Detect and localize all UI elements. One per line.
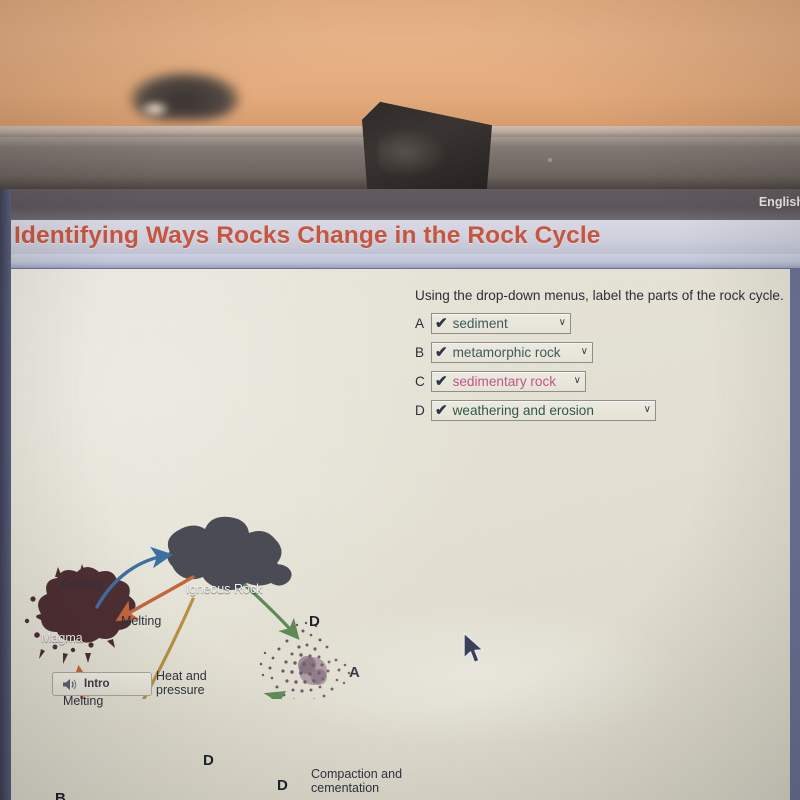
intro-button-label: Intro bbox=[84, 678, 110, 690]
answer-row-c: C ✔ sedimentary rock ∨ bbox=[415, 370, 800, 392]
speaker-icon bbox=[63, 678, 77, 690]
laptop-screen: R English Identifying Ways Rocks Change … bbox=[0, 189, 800, 800]
webcam-tape-marking bbox=[378, 128, 448, 178]
language-selector[interactable]: English bbox=[759, 195, 800, 209]
dropdown-c-value: sedimentary rock bbox=[452, 373, 557, 389]
melting-top-label: Melting bbox=[121, 614, 162, 628]
chevron-down-icon-b[interactable]: ∨ bbox=[575, 347, 588, 357]
photo-of-laptop-screen: R English Identifying Ways Rocks Change … bbox=[0, 0, 800, 800]
marker-a: A bbox=[349, 664, 360, 681]
check-icon-c: ✔ bbox=[435, 372, 448, 390]
chevron-down-icon-d[interactable]: ∨ bbox=[638, 405, 651, 415]
marker-d-top: D bbox=[309, 613, 320, 630]
background-highlight-blur bbox=[140, 100, 170, 118]
answer-letter-d: D bbox=[415, 402, 425, 418]
marker-d-mid: D bbox=[203, 752, 214, 769]
intro-audio-button[interactable]: Intro bbox=[52, 672, 152, 696]
dropdown-a[interactable]: ✔ sediment ∨ bbox=[431, 312, 571, 334]
sediment-dot-cluster bbox=[259, 621, 351, 699]
page-title: Identifying Ways Rocks Change in the Roc… bbox=[14, 222, 601, 249]
answer-row-d: D ✔ weathering and erosion ∨ bbox=[415, 399, 800, 421]
check-icon-a: ✔ bbox=[435, 314, 448, 332]
mouse-cursor bbox=[463, 632, 484, 664]
answer-row-b: B ✔ metamorphic rock ∨ bbox=[415, 341, 800, 363]
answer-letter-c: C bbox=[415, 373, 425, 389]
dropdown-b-value: metamorphic rock bbox=[452, 344, 561, 360]
answer-letter-b: B bbox=[415, 344, 425, 360]
marker-b: B bbox=[55, 790, 66, 800]
answer-letter-a: A bbox=[415, 315, 425, 331]
check-icon-d: ✔ bbox=[435, 401, 448, 419]
dropdown-d[interactable]: ✔ weathering and erosion ∨ bbox=[431, 399, 656, 421]
magma-label: Magma bbox=[41, 631, 83, 645]
dropdown-a-value: sediment bbox=[452, 315, 508, 331]
melting-left-label: Melting bbox=[63, 694, 104, 708]
chevron-down-icon-a[interactable]: ∨ bbox=[553, 318, 566, 328]
cooling-label: Cooling bbox=[61, 577, 104, 591]
dropdown-d-value: weathering and erosion bbox=[452, 402, 594, 418]
title-underband bbox=[0, 254, 800, 268]
content-card: Igneous Rock Magma Cooling Melting Melti… bbox=[10, 269, 790, 800]
rock-cycle-diagram: Igneous Rock Magma Cooling Melting Melti… bbox=[11, 269, 411, 800]
question-panel: Using the drop-down menus, label the par… bbox=[415, 287, 800, 421]
question-prompt: Using the drop-down menus, label the par… bbox=[415, 288, 784, 303]
screen-left-edge bbox=[0, 189, 11, 800]
app-topbar: R English bbox=[0, 189, 800, 220]
bezel-speck bbox=[548, 158, 552, 162]
dropdown-b[interactable]: ✔ metamorphic rock ∨ bbox=[431, 341, 593, 363]
heat-pressure-upper-label: Heat and pressure bbox=[156, 669, 207, 697]
answer-row-a: A ✔ sediment ∨ bbox=[415, 312, 800, 334]
igneous-rock-label: Igneous Rock bbox=[186, 582, 263, 596]
chevron-down-icon-c[interactable]: ∨ bbox=[568, 376, 581, 386]
check-icon-b: ✔ bbox=[435, 343, 448, 361]
marker-d-lower: D bbox=[277, 777, 288, 794]
dropdown-c[interactable]: ✔ sedimentary rock ∨ bbox=[431, 370, 586, 392]
compaction-cementation-label: Compaction and cementation bbox=[311, 767, 403, 795]
